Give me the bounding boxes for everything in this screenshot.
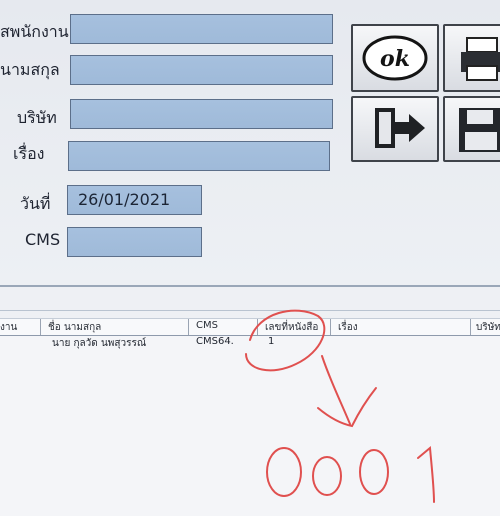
save-button[interactable]	[443, 96, 500, 162]
name-label: นามสกุล	[0, 60, 60, 79]
grid-header: งาน ชื่อ นามสกุล CMS เลขที่หนังสือ เรื่อ…	[0, 318, 500, 336]
subject-label: เรื่อง	[13, 144, 45, 163]
cell-cms: CMS64.	[196, 336, 234, 347]
employee-field[interactable]	[70, 14, 333, 44]
col-header-employee[interactable]: งาน	[0, 320, 17, 335]
company-label: บริษัท	[17, 108, 57, 127]
panel-divider-secondary	[0, 310, 500, 311]
cms-label: CMS	[25, 230, 61, 249]
cell-doc-no: 1	[268, 336, 275, 347]
date-field[interactable]: 26/01/2021	[67, 185, 202, 215]
col-header-company[interactable]: บริษัท	[476, 320, 500, 335]
col-header-name[interactable]: ชื่อ นามสกุล	[48, 320, 101, 335]
ok-icon: ok	[362, 35, 428, 81]
panel-divider	[0, 285, 500, 287]
employee-label: สพนักงาน	[0, 22, 69, 41]
ok-label: ok	[380, 46, 410, 72]
subject-field[interactable]	[68, 141, 330, 171]
exit-button[interactable]	[351, 96, 439, 162]
col-header-subject[interactable]: เรื่อง	[338, 320, 358, 335]
name-field[interactable]	[70, 55, 333, 85]
printer-icon	[461, 37, 500, 81]
company-field[interactable]	[70, 99, 333, 129]
column-separator	[40, 319, 41, 335]
records-grid[interactable]: งาน ชื่อ นามสกุล CMS เลขที่หนังสือ เรื่อ…	[0, 318, 500, 516]
column-separator	[188, 319, 189, 335]
exit-door-icon	[375, 108, 425, 148]
cms-field[interactable]	[67, 227, 202, 257]
col-header-doc-no[interactable]: เลขที่หนังสือ	[265, 320, 318, 335]
date-label: วันที่	[20, 194, 51, 213]
col-header-cms[interactable]: CMS	[196, 320, 218, 331]
ok-button[interactable]: ok	[351, 24, 439, 92]
print-button[interactable]	[443, 24, 500, 92]
column-separator	[257, 319, 258, 335]
cell-name: นาย กุลวัด นพสุวรรณ์	[52, 338, 147, 349]
table-row[interactable]: นาย กุลวัด นพสุวรรณ์ CMS64. 1	[0, 335, 500, 349]
column-separator	[470, 319, 471, 335]
form-panel: สพนักงาน นามสกุล บริษัท เรื่อง วันที่ 26…	[0, 0, 500, 285]
column-separator	[330, 319, 331, 335]
floppy-disk-icon	[459, 108, 500, 152]
